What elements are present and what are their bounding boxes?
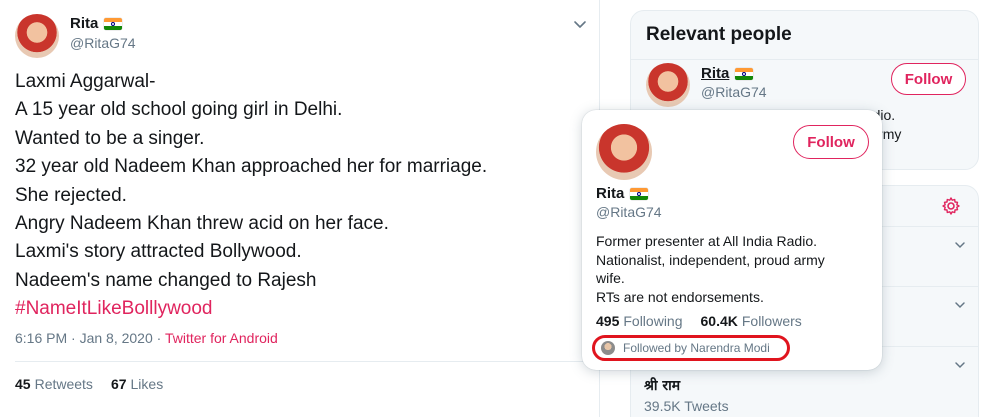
retweets-stat[interactable]: 45 Retweets: [15, 376, 93, 392]
card-name-line[interactable]: Rita: [596, 185, 649, 202]
followers-label: Followers: [741, 313, 802, 329]
gear-icon[interactable]: [941, 196, 961, 216]
author-name-line[interactable]: Rita: [70, 15, 123, 32]
tweet-line: 32 year old Nadeem Khan approached her f…: [15, 156, 488, 178]
hashtag-link[interactable]: #NameItLikeBolllywood: [15, 295, 585, 323]
tweet-column: Rita @RitaG74 Laxmi Aggarwal- A 15 year …: [0, 0, 600, 417]
following-count: 495: [596, 313, 620, 329]
follow-button[interactable]: Follow: [793, 125, 869, 159]
follow-button[interactable]: Follow: [891, 63, 966, 95]
trend-name[interactable]: श्री राम: [644, 376, 680, 395]
person-name[interactable]: Rita: [701, 65, 729, 82]
chevron-down-icon[interactable]: [570, 14, 590, 34]
likes-stat[interactable]: 67 Likes: [111, 376, 163, 392]
avatar[interactable]: [646, 63, 690, 107]
tweet-stats: 45 Retweets 67 Likes: [15, 376, 163, 392]
tweet-line: Wanted to be a singer.: [15, 127, 205, 149]
following-stat[interactable]: 495 Following: [596, 313, 683, 329]
card-bio: Former presenter at All India Radio. Nat…: [596, 232, 866, 306]
flag-india-icon: [104, 17, 123, 30]
followers-count: 60.4K: [700, 313, 738, 329]
person-name-line[interactable]: Rita: [701, 65, 754, 82]
card-follow-counts: 495 Following 60.4K Followers: [596, 313, 802, 329]
followed-by-highlight[interactable]: Followed by Narendra Modi: [592, 335, 790, 361]
bio-line: RTs are not endorsements.: [596, 288, 764, 305]
tweet-line: Angry Nadeem Khan threw acid on her face…: [15, 213, 389, 235]
followers-stat[interactable]: 60.4K Followers: [701, 313, 802, 329]
bio-line: wife.: [596, 270, 625, 286]
card-name[interactable]: Rita: [596, 185, 624, 202]
tweet-source-link[interactable]: Twitter for Android: [165, 330, 278, 346]
tweet-author-row: Rita @RitaG74: [15, 14, 590, 64]
divider: [631, 59, 978, 60]
meta-separator: ·: [152, 330, 165, 346]
flag-india-icon: [735, 67, 754, 80]
bio-line: Former presenter at All India Radio.: [596, 233, 817, 249]
flag-india-icon: [630, 187, 649, 200]
relevant-people-title: Relevant people: [646, 24, 792, 45]
divider: [15, 361, 585, 362]
chevron-down-icon[interactable]: [953, 298, 967, 312]
author-name[interactable]: Rita: [70, 15, 98, 32]
retweets-count: 45: [15, 376, 31, 392]
chevron-down-icon[interactable]: [953, 238, 967, 252]
following-label: Following: [623, 313, 683, 329]
card-handle[interactable]: @RitaG74: [596, 204, 662, 220]
tweet-text: Laxmi Aggarwal- A 15 year old school goi…: [15, 68, 585, 324]
tweet-line: A 15 year old school going girl in Delhi…: [15, 99, 343, 121]
profile-hover-card: Follow Rita @RitaG74 Former presenter at…: [582, 110, 882, 370]
trend-tweet-count: 39.5K Tweets: [644, 398, 729, 414]
likes-count: 67: [110, 376, 127, 392]
bio-line: Nationalist, independent, proud army: [596, 251, 825, 268]
chevron-down-icon[interactable]: [953, 358, 967, 372]
avatar[interactable]: [15, 14, 59, 58]
likes-label: Likes: [130, 376, 164, 392]
person-handle[interactable]: @RitaG74: [701, 84, 767, 100]
retweets-label: Retweets: [34, 376, 93, 392]
tweet-line: She rejected.: [15, 184, 127, 206]
tweet-meta: 6:16 PM · Jan 8, 2020 · Twitter for Andr…: [15, 330, 278, 346]
avatar[interactable]: [596, 124, 652, 180]
tweet-line: Laxmi's story attracted Bollywood.: [15, 241, 302, 263]
avatar: [601, 341, 615, 355]
author-handle[interactable]: @RitaG74: [70, 35, 136, 51]
followed-by-text: Followed by Narendra Modi: [623, 341, 770, 355]
tweet-line: Nadeem's name changed to Rajesh: [15, 269, 317, 291]
tweet-timestamp[interactable]: 6:16 PM · Jan 8, 2020: [15, 330, 153, 346]
tweet-line: Laxmi Aggarwal-: [15, 71, 156, 92]
